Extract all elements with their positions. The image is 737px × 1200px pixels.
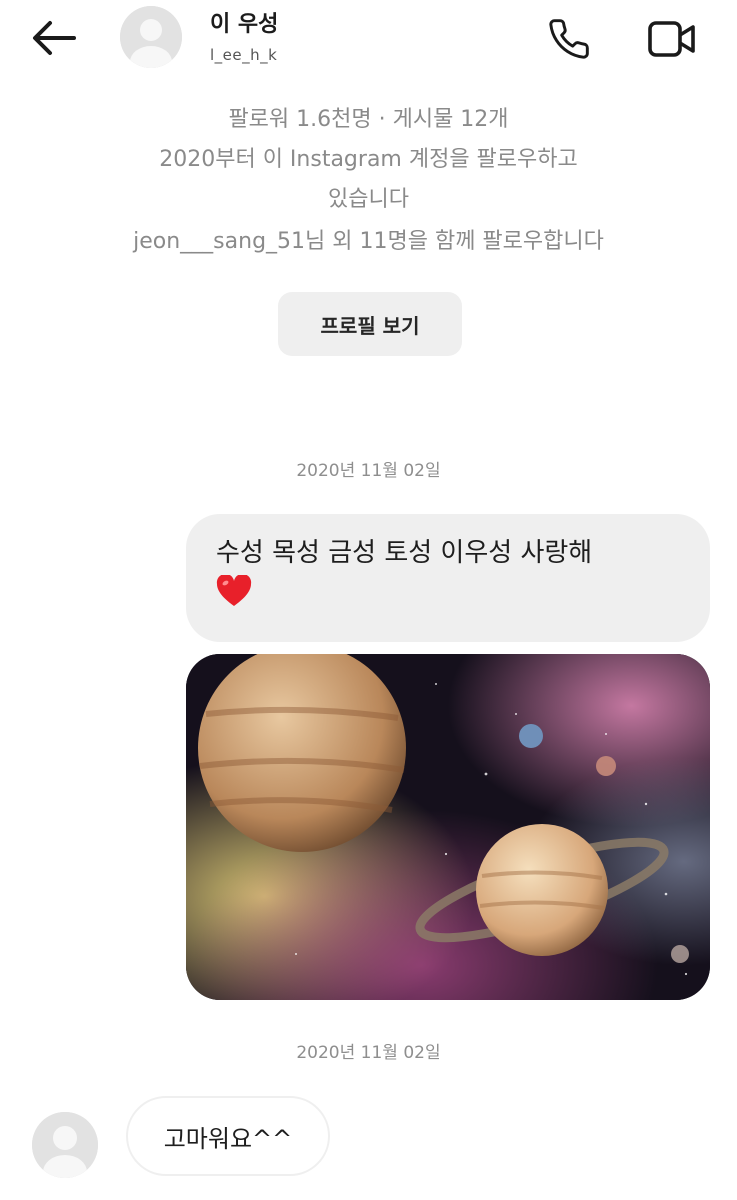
sent-message-bubble[interactable]: 수성 목성 금성 토성 이우성 사랑해 [186,514,710,642]
view-profile-button[interactable]: 프로필 보기 [278,292,462,356]
following-since-line1: 2020부터 이 Instagram 계정을 팔로우하고 [159,147,578,172]
mutual-followers: jeon___sang_51님 외 11명을 함께 팔로우합니다 [133,229,604,254]
default-avatar-icon [32,1112,98,1178]
contact-username: l_ee_h_k [210,46,278,64]
sent-message-text: 수성 목성 금성 토성 이우성 사랑해 [216,538,593,568]
video-camera-icon [648,21,695,57]
received-message-bubble[interactable]: 고마워요^^ [126,1096,330,1176]
back-button[interactable] [30,16,82,60]
planets-space-image [186,654,710,1000]
sent-image-message[interactable] [186,654,710,1000]
contact-name[interactable]: 이 우성 [210,6,278,38]
arrow-left-icon [33,21,76,55]
sender-avatar[interactable] [32,1112,98,1178]
received-message-text: 고마워요^^ [163,1124,293,1153]
dm-screen: 이 우성 l_ee_h_k 팔로워 1.6천명 · 게시물 12개 2020부터… [0,0,737,1200]
profile-stats: 팔로워 1.6천명 · 게시물 12개 [228,107,509,132]
default-avatar-icon [120,6,182,68]
following-since-line2: 있습니다 [328,187,409,212]
phone-icon [549,19,589,59]
profile-avatar[interactable] [120,6,182,68]
voice-call-button[interactable] [544,14,594,64]
message-date: 2020년 11월 02일 [296,1043,441,1063]
heart-emoji [216,575,252,607]
message-date: 2020년 11월 02일 [296,461,441,481]
video-call-button[interactable] [644,14,700,64]
